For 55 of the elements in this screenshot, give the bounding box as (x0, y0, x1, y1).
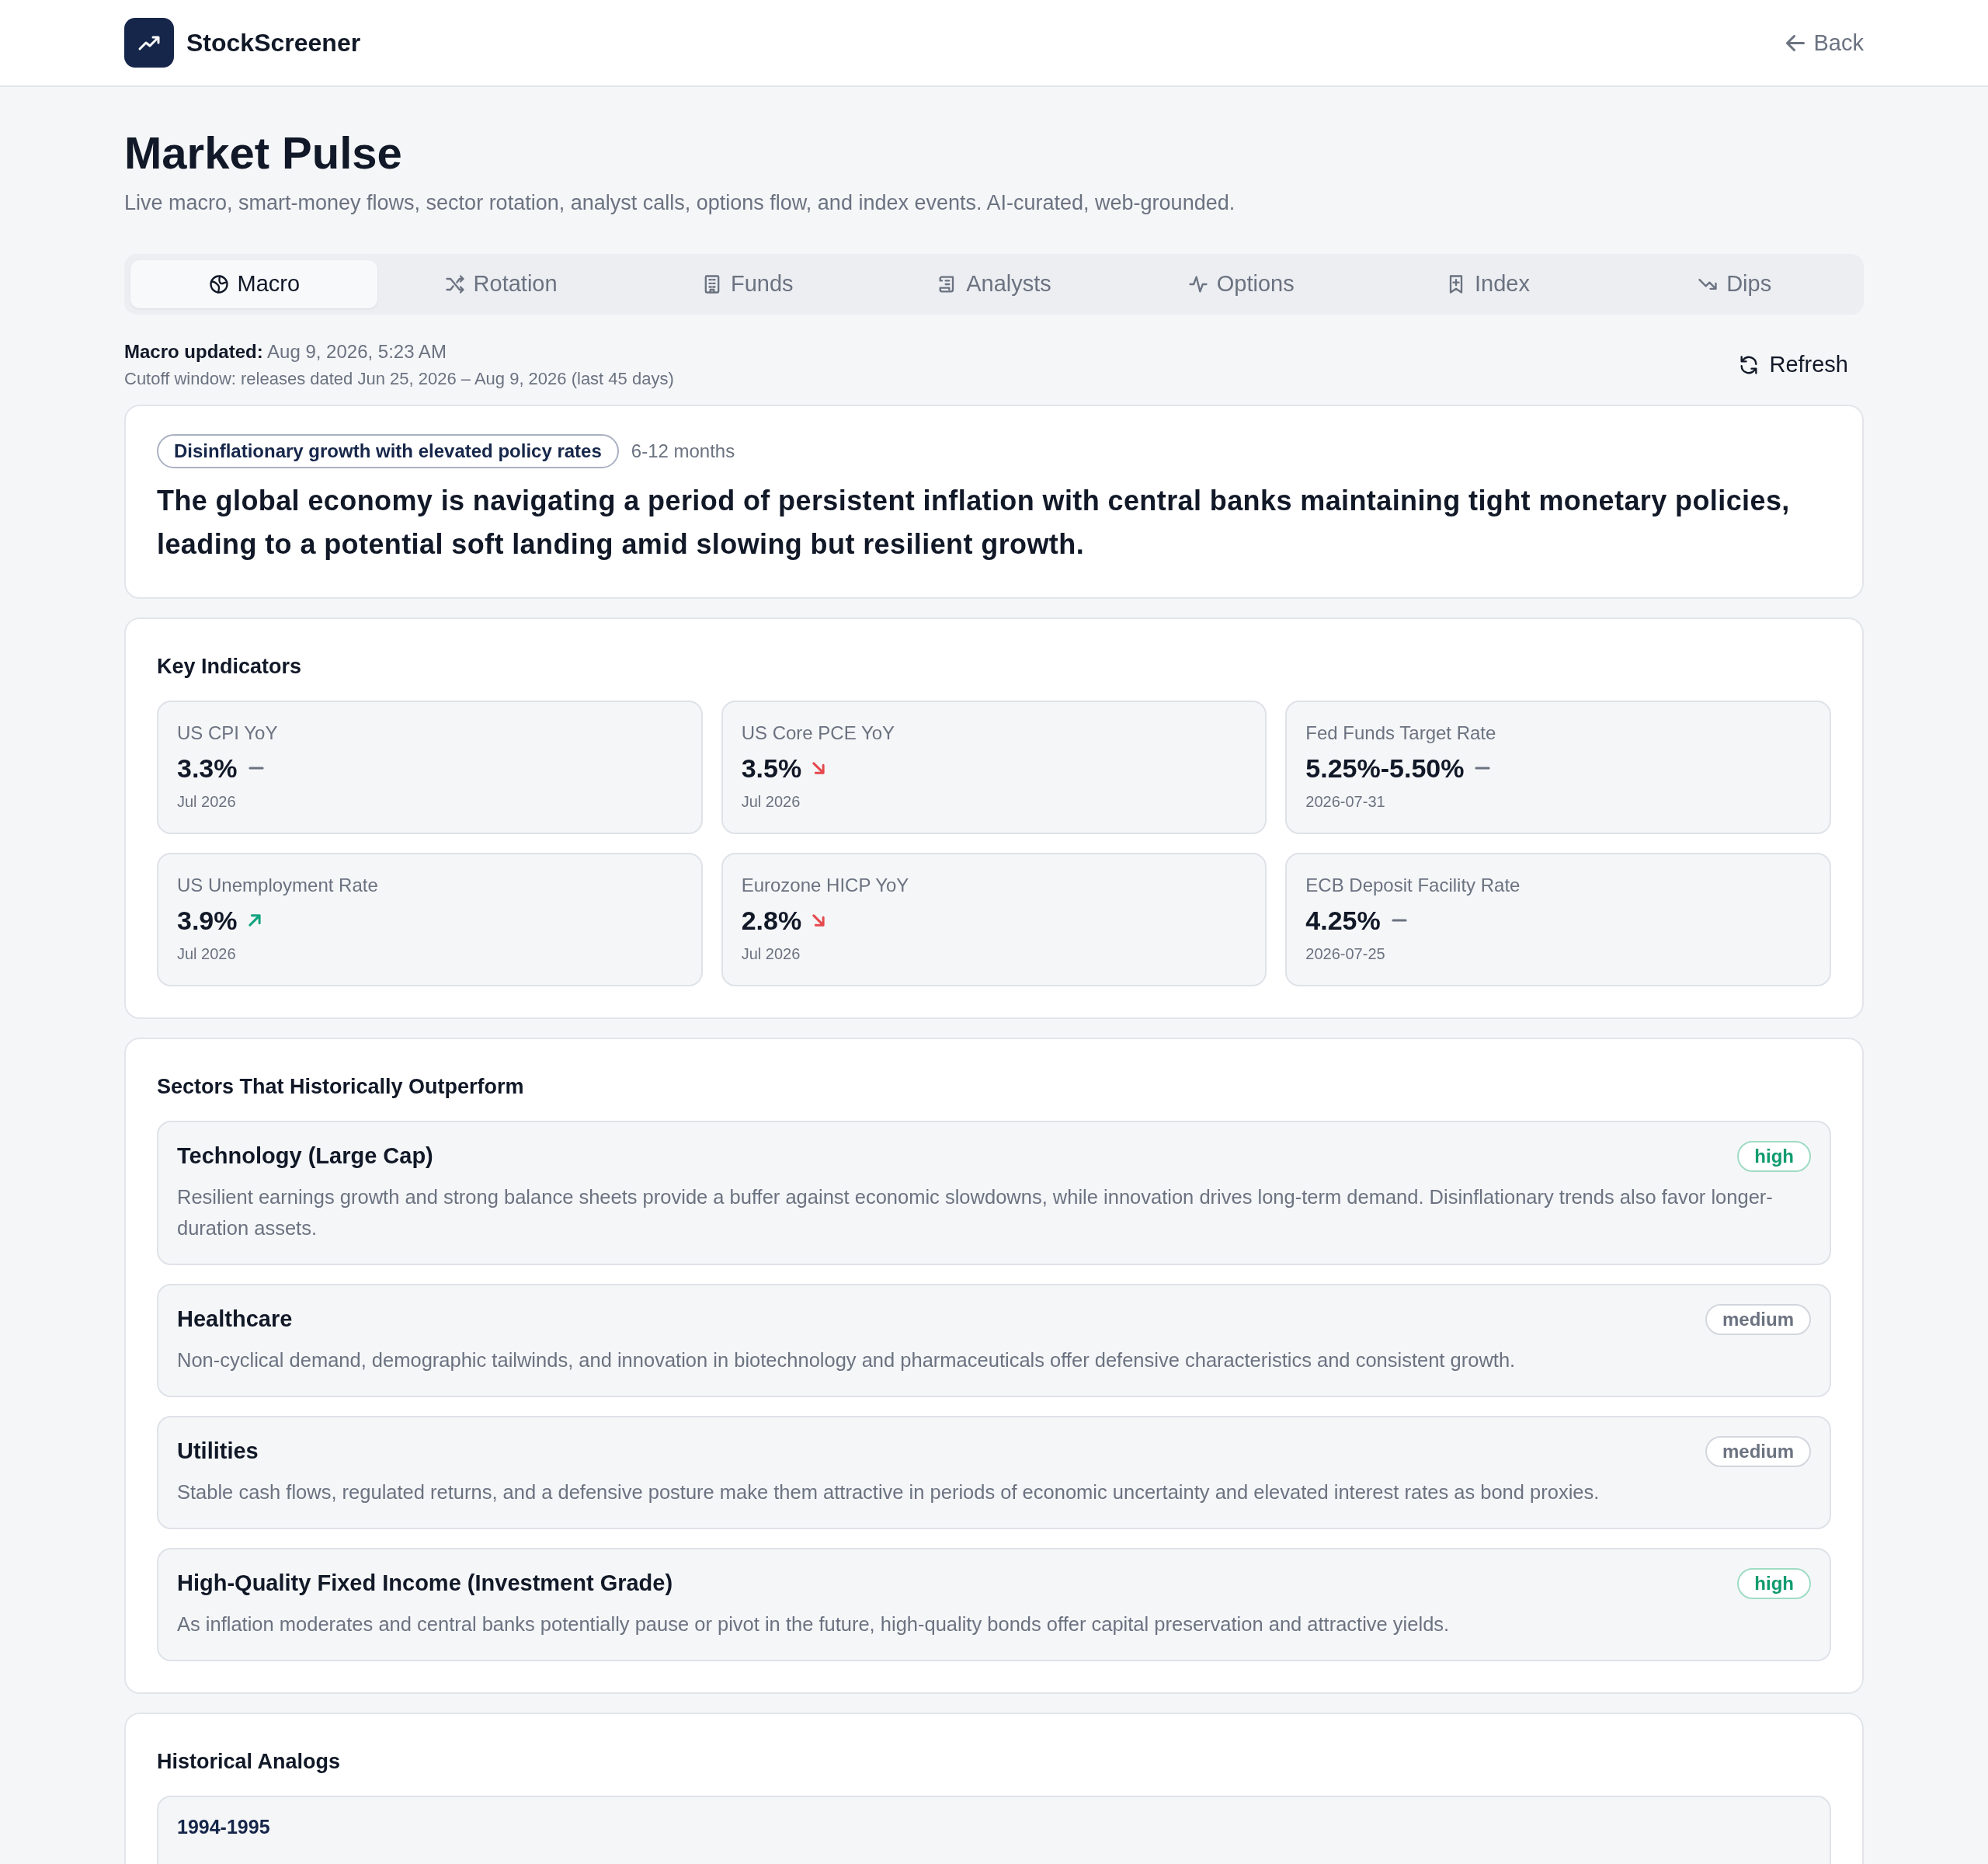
sector-reason: Non-cyclical demand, demographic tailwinds, and innovation in biotechnology and pharmaceuticals offer defensive characteristics and consistent growth. (177, 1348, 1517, 1372)
shuffle-icon (443, 273, 466, 295)
regime-tag: Disinflationary growth with elevated policy rates (157, 433, 619, 468)
sector-name: Utilities (177, 1438, 259, 1465)
sector-reason: Stable cash flows, regulated returns, and a defensive posture make them attractive in periods of economic uncertainty and elevated interest rates as bond proxies. (177, 1480, 1600, 1504)
indicator-name: Fed Funds Target Rate (1305, 722, 1497, 744)
indicator-date: 2026-07-31 (1305, 792, 1386, 811)
back-link[interactable]: Back (1785, 30, 1864, 56)
regime-summary: The global economy is navigating a period of persistent inflation with central banks maintaining tight monetary policies, leading to a potential soft landing amid slowing but resilient growth. (157, 483, 1791, 562)
confidence-badge: high (1737, 1567, 1811, 1599)
section-title: Key Indicators (157, 654, 303, 679)
updated-text: Macro updated: Aug 9, 2026, 5:23 AM (124, 340, 447, 363)
sector-reason: Resilient earnings growth and strong balance sheets provide a buffer against economic slowdowns, while innovation drives long-term demand. Disinflationary trends also favor longer-duration assets. (177, 1184, 1774, 1240)
confidence-badge: high (1737, 1140, 1811, 1172)
sector-name: Technology (Large Cap) (177, 1143, 433, 1170)
indicator-name: ECB Deposit Facility Rate (1305, 874, 1521, 896)
indicator-value: 3.3% (177, 753, 238, 784)
tab[interactable]: Rotation (377, 259, 624, 308)
tab[interactable]: Funds (624, 259, 871, 308)
tab[interactable]: Index (1364, 259, 1611, 308)
sector-name: Healthcare (177, 1306, 293, 1333)
indicator-date: Jul 2026 (741, 792, 801, 811)
logo-icon (124, 18, 174, 68)
indicator-value: 3.9% (177, 905, 238, 936)
indicator-name: US Core PCE YoY (741, 722, 896, 744)
confidence-badge: medium (1705, 1303, 1811, 1335)
tab[interactable]: Options (1117, 259, 1364, 308)
tab[interactable]: Analysts (871, 259, 1117, 308)
sector-name: High-Quality Fixed Income (Investment Grade) (177, 1570, 673, 1597)
indicator-name: US Unemployment Rate (177, 874, 379, 896)
section-title: Historical Analogs (157, 1749, 342, 1774)
globe-icon (207, 273, 230, 295)
tab[interactable]: Dips (1611, 259, 1858, 308)
indicator-value: 5.25%-5.50% (1305, 753, 1465, 784)
indicator-name: US CPI YoY (177, 722, 279, 744)
cutoff-text: Cutoff window: releases dated Jun 25, 2026 – Aug 9, 2026 (last 45 days) (124, 368, 674, 389)
section-title: Sectors That Historically Outperform (157, 1074, 525, 1099)
indicator-date: Jul 2026 (177, 944, 237, 963)
arrow-left-icon (1785, 34, 1805, 51)
page-subtitle: Live macro, smart-money flows, sector rotation, analyst calls, options flow, and index events. AI-curated, web-grounded. (124, 190, 1236, 215)
confidence-badge: medium (1705, 1435, 1811, 1467)
indicator-name: Eurozone HICP YoY (741, 874, 910, 896)
indicator-date: 2026-07-25 (1305, 944, 1386, 963)
brand-name: StockScreener (186, 28, 361, 57)
indicator-value: 2.8% (741, 905, 802, 936)
horizon-text: 6-12 months (631, 440, 735, 462)
indicator-date: Jul 2026 (741, 944, 801, 963)
refresh-button[interactable]: Refresh (1722, 346, 1864, 384)
indicator-value: 4.25% (1305, 905, 1381, 936)
page-title: Market Pulse (124, 127, 403, 179)
sector-reason: As inflation moderates and central banks potentially pause or pivot in the future, high-quality bonds offer capital preservation and attractive yields. (177, 1612, 1451, 1636)
tab[interactable]: Macro (130, 259, 377, 308)
analog-period: 1994-1995 (177, 1815, 270, 1838)
indicator-value: 3.5% (741, 753, 802, 784)
indicator-date: Jul 2026 (177, 792, 237, 811)
